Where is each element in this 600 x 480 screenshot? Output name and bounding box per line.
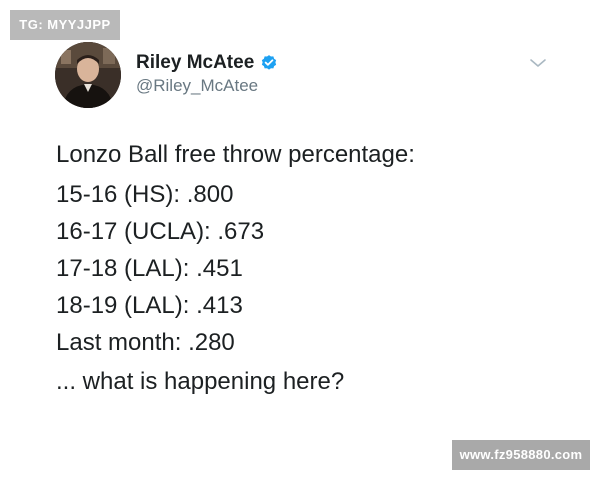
stat-line: 15-16 (HS): .800: [56, 181, 234, 208]
avatar-image: [55, 42, 121, 108]
tweet-intro: Lonzo Ball free throw percentage:: [56, 141, 415, 168]
stat-line: 18-19 (LAL): .413: [56, 292, 243, 319]
author-name-row: Riley McAtee: [136, 51, 278, 75]
author-handle[interactable]: @Riley_McAtee: [136, 76, 258, 96]
author-display-name[interactable]: Riley McAtee: [136, 52, 254, 74]
tweet-screenshot: TG: MYYJJPP Riley McAtee @Riley_McAtee L…: [0, 0, 600, 480]
verified-badge-icon: [260, 54, 278, 72]
stat-line: 17-18 (LAL): .451: [56, 255, 243, 282]
stat-line: 16-17 (UCLA): .673: [56, 218, 265, 245]
chevron-down-icon[interactable]: [528, 55, 548, 71]
watermark-top: TG: MYYJJPP: [10, 10, 120, 40]
tweet-closing: ... what is happening here?: [56, 368, 345, 395]
watermark-bottom: www.fz958880.com: [452, 440, 590, 470]
stat-line: Last month: .280: [56, 329, 235, 356]
tweet-text: Lonzo Ball free throw percentage: 15-16 …: [56, 140, 576, 396]
avatar[interactable]: [55, 42, 121, 108]
